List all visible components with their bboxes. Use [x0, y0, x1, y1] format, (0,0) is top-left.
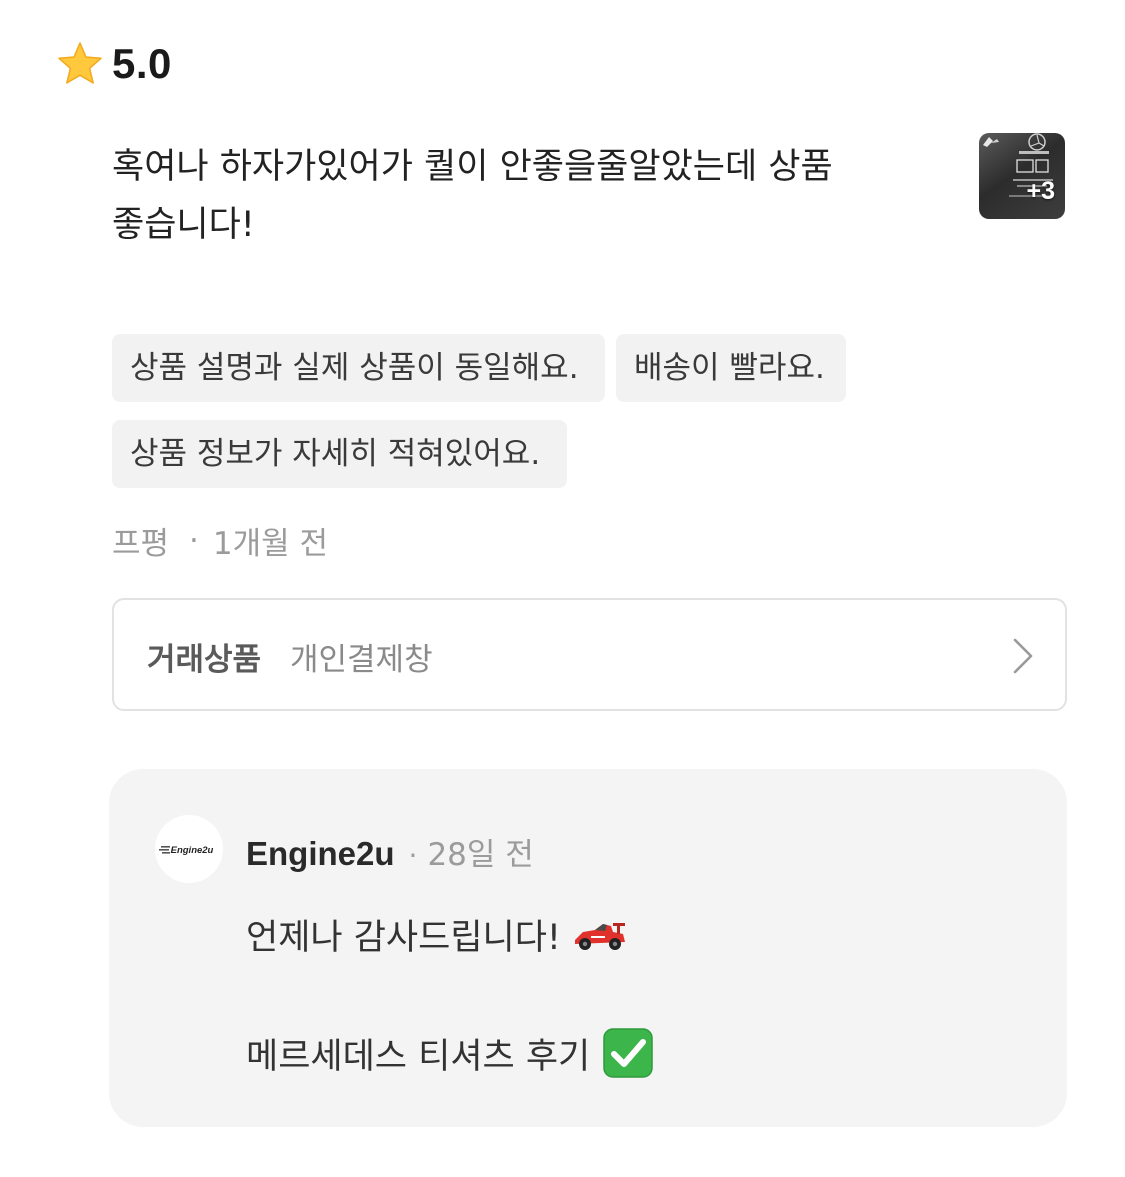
avatar[interactable]: Engine2u [155, 815, 223, 883]
seller-header: Engine2u · 28일 전 [246, 829, 534, 874]
chevron-right-icon [1013, 638, 1033, 674]
seller-reply: Engine2u Engine2u · 28일 전 언제나 감사드립니다! 메르… [109, 769, 1067, 1127]
reply-line-1-text: 언제나 감사드립니다! [246, 918, 561, 958]
more-photos-count: +3 [1026, 177, 1055, 205]
seller-separator: · [408, 839, 418, 872]
seller-name[interactable]: Engine2u [246, 835, 395, 873]
review-author[interactable]: 프평 [112, 518, 169, 563]
trade-product-value: 개인결제창 [290, 642, 433, 678]
review-time: 1개월 전 [212, 526, 329, 562]
rating-score: 5.0 [112, 40, 172, 87]
review-text: 혹여나 하자가있어가 퀄이 안좋을줄알았는데 상품 좋습니다! [112, 147, 833, 245]
tshirt-photo-image [983, 133, 1053, 197]
meta-separator: · [189, 522, 199, 559]
reply-line-2-text: 메르세데스 티셔츠 후기 [246, 1036, 591, 1077]
tag-item-detailed-info: 상품 정보가 자세히 적혀있어요. [112, 420, 567, 488]
tag-item-same-as-description: 상품 설명과 실제 상품이 동일해요. [112, 334, 605, 402]
reply-time: 28일 전 [427, 837, 534, 873]
reply-line-1: 언제나 감사드립니다! [246, 909, 627, 960]
star-icon [58, 42, 102, 84]
trade-product-label: 거래상품 [147, 642, 262, 678]
reply-line-2: 메르세데스 티셔츠 후기 [246, 1027, 654, 1079]
review-meta: 프평 · 1개월 전 [112, 518, 328, 563]
engine2u-logo: Engine2u [159, 845, 214, 856]
avatar-logo-text: Engine2u [171, 845, 214, 856]
check-mark-button-icon [603, 1028, 654, 1078]
racing-car-icon [574, 922, 625, 950]
review-photo-thumbnail[interactable]: +3 [979, 133, 1065, 219]
trade-product-link[interactable]: 거래상품 개인결제창 [112, 598, 1067, 711]
tag-item-fast-delivery: 배송이 빨라요. [616, 334, 846, 402]
rating-row: 5.0 [56, 40, 172, 88]
